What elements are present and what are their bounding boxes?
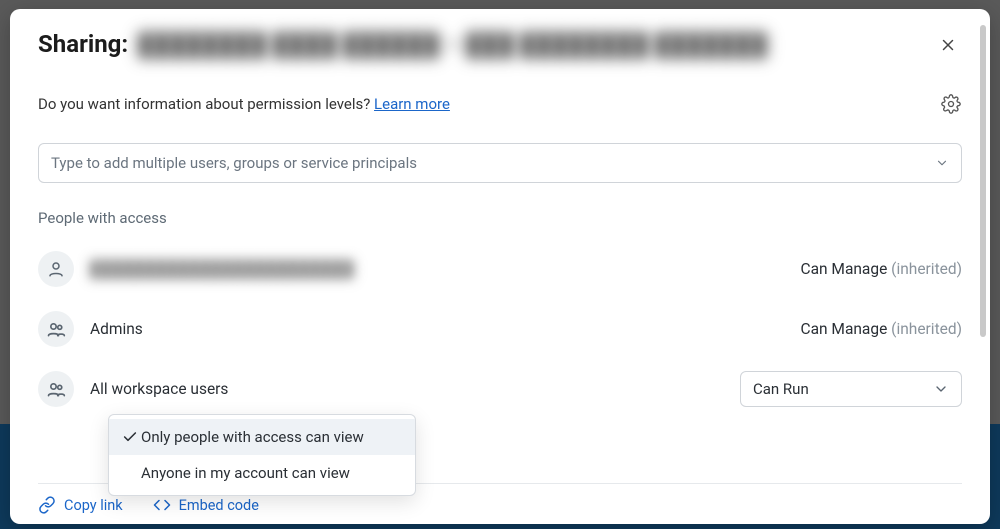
- person-icon: [47, 260, 65, 278]
- add-people-input[interactable]: Type to add multiple users, groups or se…: [38, 143, 962, 183]
- visibility-option-label: Anyone in my account can view: [141, 464, 350, 482]
- access-row: ████████████████████████ Can Manage (inh…: [38, 251, 962, 287]
- modal-header: Sharing: ████████ ████ ██████ – ███ ████…: [38, 29, 962, 59]
- link-icon: [38, 496, 56, 514]
- person-name-redacted: ████████████████████████: [90, 260, 800, 279]
- chevron-down-icon: [933, 381, 949, 397]
- modal-subject-redacted: ████████ ████ ██████ – ███ ████████ ████…: [138, 32, 767, 58]
- permission-label: Can Manage: [800, 320, 887, 338]
- avatar: [38, 311, 74, 347]
- embed-code-button[interactable]: Embed code: [153, 496, 259, 514]
- copy-link-label: Copy link: [64, 497, 123, 514]
- people-with-access-label: People with access: [38, 209, 962, 227]
- embed-code-label: Embed code: [179, 497, 259, 514]
- group-name: Admins: [90, 320, 800, 338]
- close-icon: [939, 36, 957, 54]
- visibility-dropdown: Only people with access can view Anyone …: [108, 414, 416, 496]
- modal-title: Sharing:: [38, 30, 128, 58]
- scrollbar-thumb[interactable]: [980, 25, 986, 337]
- copy-link-button[interactable]: Copy link: [38, 496, 123, 514]
- visibility-option-only-people[interactable]: Only people with access can view: [109, 419, 415, 455]
- permission-select[interactable]: Can Run: [740, 371, 962, 407]
- settings-button[interactable]: [940, 93, 962, 115]
- permission-inherited: (inherited): [891, 320, 962, 338]
- permission-static: Can Manage (inherited): [800, 320, 962, 338]
- group-name: All workspace users: [90, 380, 740, 398]
- permission-label: Can Manage: [800, 260, 887, 278]
- sharing-modal: Sharing: ████████ ████ ██████ – ███ ████…: [10, 9, 990, 524]
- chevron-down-icon: [935, 156, 949, 170]
- visibility-option-anyone[interactable]: Anyone in my account can view: [109, 455, 415, 491]
- permission-static: Can Manage (inherited): [800, 260, 962, 278]
- group-icon: [46, 319, 66, 339]
- group-icon: [46, 379, 66, 399]
- info-row: Do you want information about permission…: [38, 93, 962, 115]
- permission-inherited: (inherited): [891, 260, 962, 278]
- close-button[interactable]: [934, 31, 962, 59]
- access-row: All workspace users Can Run: [38, 371, 962, 407]
- access-row: Admins Can Manage (inherited): [38, 311, 962, 347]
- avatar: [38, 251, 74, 287]
- info-text: Do you want information about permission…: [38, 95, 374, 113]
- visibility-option-label: Only people with access can view: [141, 428, 364, 446]
- check-icon: [122, 429, 138, 445]
- learn-more-link[interactable]: Learn more: [374, 95, 450, 113]
- permission-select-value: Can Run: [753, 380, 809, 398]
- code-icon: [153, 496, 171, 514]
- gear-icon: [941, 94, 961, 114]
- avatar: [38, 371, 74, 407]
- add-people-placeholder: Type to add multiple users, groups or se…: [51, 154, 417, 172]
